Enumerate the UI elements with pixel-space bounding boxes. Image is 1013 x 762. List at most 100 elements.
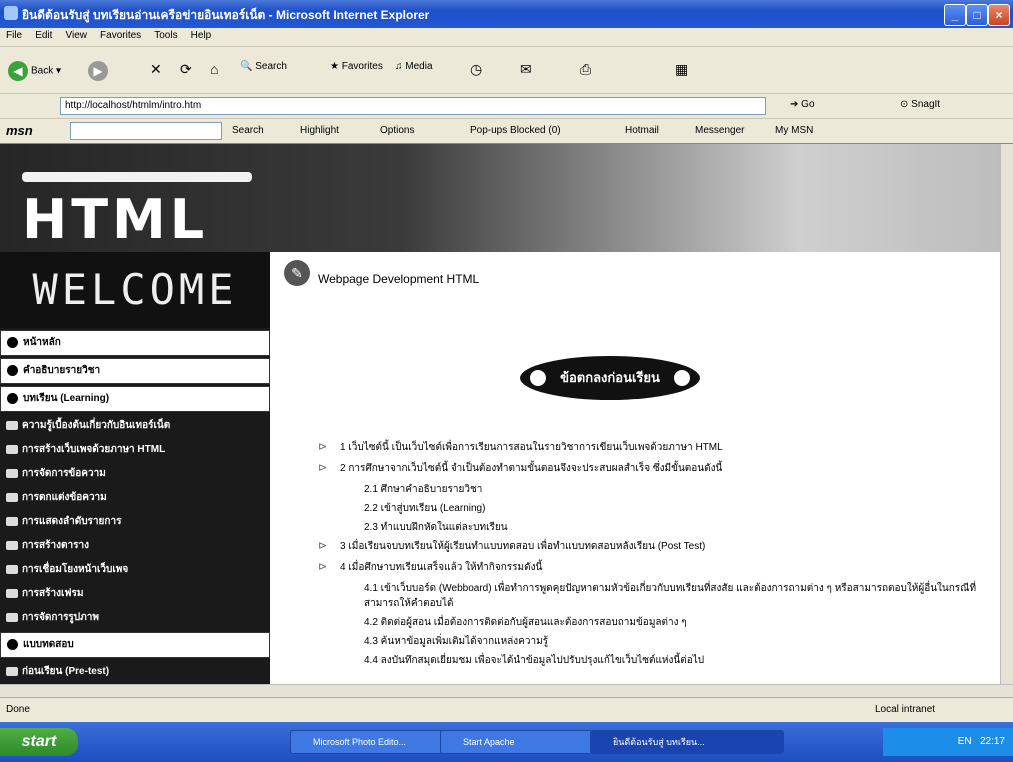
- home-button[interactable]: ⌂: [210, 61, 218, 77]
- horizontal-scrollbar[interactable]: [0, 684, 1013, 698]
- sidebar-item[interactable]: การสร้างเว็บเพจด้วยภาษา HTML: [0, 438, 270, 462]
- menu-favorites[interactable]: Favorites: [100, 30, 141, 41]
- sidebar-item[interactable]: การแสดงลำดับรายการ: [0, 510, 270, 534]
- msn-search-button[interactable]: Search: [232, 125, 264, 136]
- rule-text: 1 เว็บไซต์นี้ เป็นเว็บไซต์เพื่อการเรียนก…: [340, 442, 723, 453]
- media-button[interactable]: ♫ Media: [395, 61, 433, 72]
- address-bar: http://localhost/htmlm/intro.htm ➔ Go ⊙ …: [0, 94, 1013, 119]
- bullet-icon: [7, 365, 18, 376]
- task-photo-editor[interactable]: Microsoft Photo Edito...: [290, 730, 454, 754]
- hand-pointer-icon: [6, 667, 18, 676]
- title-bar: ยินดีต้อนรับสู่ บทเรียนอ่านเครือข่ายอินเ…: [0, 0, 1013, 28]
- sidebar-item[interactable]: คำอธิบายรายวิชา: [0, 358, 270, 384]
- hotmail-button[interactable]: Hotmail: [625, 125, 659, 136]
- sidebar-item[interactable]: หน้าหลัก: [0, 330, 270, 356]
- sidebar-item[interactable]: การจัดการรูปภาพ: [0, 606, 270, 630]
- print-button[interactable]: ⎙: [580, 61, 591, 78]
- sidebar-item-label: การสร้างเฟรม: [22, 588, 84, 599]
- rule-subitem: 4.2 ติดต่อผู้สอน เมื่อต้องการติดต่อกับผู…: [364, 617, 687, 628]
- sidebar-item-label: คำอธิบายรายวิชา: [23, 365, 101, 376]
- star-icon: ★: [330, 61, 339, 72]
- back-button[interactable]: ◀ Back ▾: [8, 61, 61, 81]
- mymsn-button[interactable]: My MSN: [775, 125, 813, 136]
- stop-button[interactable]: ✕: [150, 61, 162, 78]
- sidebar-item[interactable]: การเชื่อมโยงหน้าเว็บเพจ: [0, 558, 270, 582]
- msn-toolbar: msn Search Highlight Options Pop-ups Blo…: [0, 119, 1013, 144]
- page-title: Webpage Development HTML: [318, 272, 480, 286]
- hand-pointer-icon: [6, 541, 18, 550]
- maximize-button[interactable]: □: [966, 4, 988, 26]
- search-icon: 🔍: [240, 61, 253, 72]
- back-arrow-icon: ◀: [8, 61, 28, 81]
- history-button[interactable]: ◷: [470, 61, 482, 78]
- sidebar-item-label: การตกแต่งข้อความ: [22, 492, 107, 503]
- arrow-bullet-icon: ⊳: [318, 441, 328, 453]
- sidebar-item[interactable]: บทเรียน (Learning): [0, 386, 270, 412]
- msn-search-input[interactable]: [70, 122, 222, 140]
- start-button[interactable]: start: [0, 728, 78, 756]
- arrow-bullet-icon: ⊳: [318, 561, 328, 573]
- html-logo: HTML: [22, 188, 209, 251]
- hand-pointer-icon: [6, 445, 18, 454]
- language-indicator[interactable]: EN: [958, 736, 972, 747]
- rule-subitem: 2.2 เข้าสู่บทเรียน (Learning): [364, 503, 486, 514]
- status-text: Done: [6, 704, 30, 715]
- address-input[interactable]: http://localhost/htmlm/intro.htm: [60, 97, 766, 115]
- rule-text: 4 เมื่อศึกษาบทเรียนเสร็จแล้ว ให้ทำกิจกรร…: [340, 562, 543, 573]
- banner-stripe: [22, 172, 252, 182]
- rule-subitem: 2.1 ศึกษาคำอธิบายรายวิชา: [364, 484, 483, 495]
- hand-pointer-icon: [6, 613, 18, 622]
- go-button[interactable]: ➔ Go: [790, 99, 815, 110]
- task-ie-window[interactable]: ยินดีต้อนรับสู่ บทเรียน...: [590, 730, 784, 754]
- system-tray: EN 22:17: [883, 728, 1013, 756]
- sidebar-nav: หน้าหลักคำอธิบายรายวิชาบทเรียน (Learning…: [0, 328, 270, 684]
- snagit-button[interactable]: ⊙ SnagIt: [900, 99, 940, 110]
- rule-item: ⊳ 4 เมื่อศึกษาบทเรียนเสร็จแล้ว ให้ทำกิจกร…: [318, 560, 988, 575]
- agreement-banner: ข้อตกลงก่อนเรียน: [520, 356, 700, 400]
- task-start-apache[interactable]: Start Apache: [440, 730, 604, 754]
- sidebar-item[interactable]: การสร้างตาราง: [0, 534, 270, 558]
- sidebar-item-label: แบบทดสอบ: [23, 639, 74, 650]
- welcome-heading: WELCOME: [0, 252, 270, 328]
- search-button[interactable]: 🔍 Search: [240, 61, 287, 72]
- sidebar-item[interactable]: การจัดการข้อความ: [0, 462, 270, 486]
- sidebar-item-label: การจัดการข้อความ: [22, 468, 106, 479]
- popups-blocked-button[interactable]: Pop-ups Blocked (0): [470, 125, 561, 136]
- vertical-scrollbar[interactable]: [1000, 144, 1013, 684]
- go-arrow-icon: ➔: [790, 99, 799, 110]
- forward-button[interactable]: ▶: [88, 61, 111, 81]
- book-icon: ✎: [284, 260, 310, 286]
- menu-edit[interactable]: Edit: [35, 30, 52, 41]
- rule-subitem: 4.4 ลงบันทึกสมุดเยี่ยมชม เพื่อจะได้นำข้อ…: [364, 655, 705, 666]
- options-button[interactable]: Options: [380, 125, 414, 136]
- sidebar-item-label: บทเรียน (Learning): [23, 393, 110, 404]
- menu-tools[interactable]: Tools: [154, 30, 177, 41]
- web-content: HTML WELCOME หน้าหลักคำอธิบายรายวิชาบทเร…: [0, 144, 1000, 684]
- favorites-button[interactable]: ★ Favorites: [330, 61, 383, 72]
- hand-pointer-icon: [6, 589, 18, 598]
- highlight-button[interactable]: Highlight: [300, 125, 339, 136]
- refresh-button[interactable]: ⟳: [180, 61, 192, 78]
- sidebar-item[interactable]: แบบทดสอบ: [0, 632, 270, 658]
- banner: HTML: [0, 144, 1000, 252]
- arrow-bullet-icon: ⊳: [318, 540, 328, 552]
- zone-text: Local intranet: [875, 704, 936, 715]
- right-dot-icon: [674, 370, 690, 386]
- clock: 22:17: [979, 736, 1005, 747]
- messenger-button[interactable]: Messenger: [695, 125, 744, 136]
- rule-subitem: 2.3 ทำแบบฝึกหัดในแต่ละบทเรียน: [364, 522, 508, 533]
- sidebar-item[interactable]: การสร้างเฟรม: [0, 582, 270, 606]
- rule-subitem: 4.3 ค้นหาข้อมูลเพิ่มเติมได้จากแหล่งความร…: [364, 636, 549, 647]
- menu-help[interactable]: Help: [191, 30, 212, 41]
- sidebar-item[interactable]: ก่อนเรียน (Pre-test): [0, 660, 270, 684]
- ie-icon: [4, 6, 18, 20]
- sidebar-item[interactable]: การตกแต่งข้อความ: [0, 486, 270, 510]
- hand-pointer-icon: [6, 421, 18, 430]
- menu-view[interactable]: View: [65, 30, 87, 41]
- mail-button[interactable]: ✉: [520, 61, 532, 78]
- sidebar-item[interactable]: ความรู้เบื้องต้นเกี่ยวกับอินเทอร์เน็ต: [0, 414, 270, 438]
- edit-button[interactable]: ▦: [675, 61, 688, 78]
- menu-file[interactable]: File: [6, 30, 22, 41]
- minimize-button[interactable]: _: [944, 4, 966, 26]
- close-button[interactable]: ×: [988, 4, 1010, 26]
